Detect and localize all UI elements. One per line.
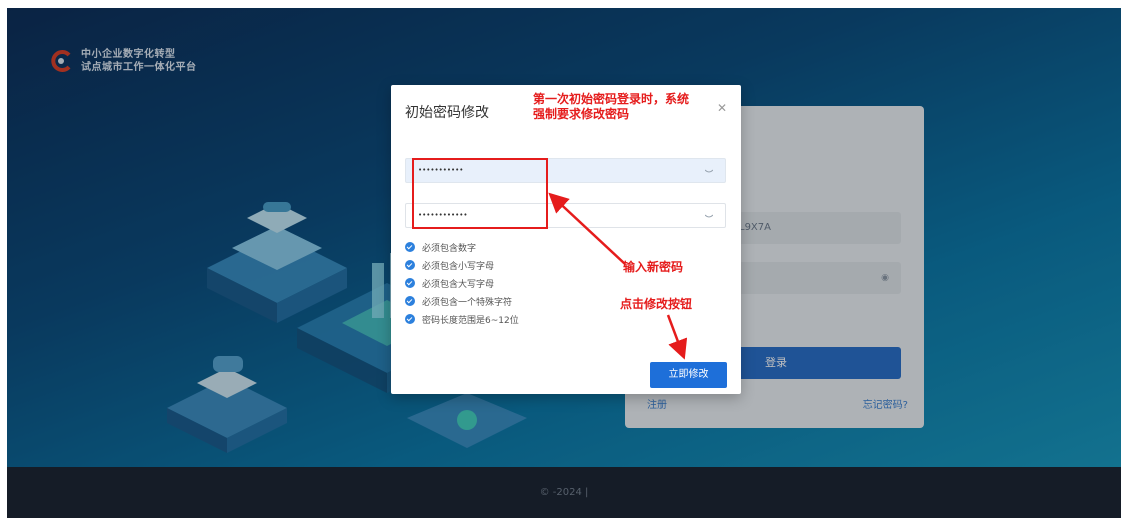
annotation-arrows xyxy=(548,192,688,360)
login-page-background: 中小企业数字化转型 试点城市工作一体化平台 L9X7A ◉ 登录 注册 忘记密码… xyxy=(7,8,1121,518)
arrow-to-inputs xyxy=(548,192,626,265)
arrow-to-button xyxy=(666,314,688,360)
